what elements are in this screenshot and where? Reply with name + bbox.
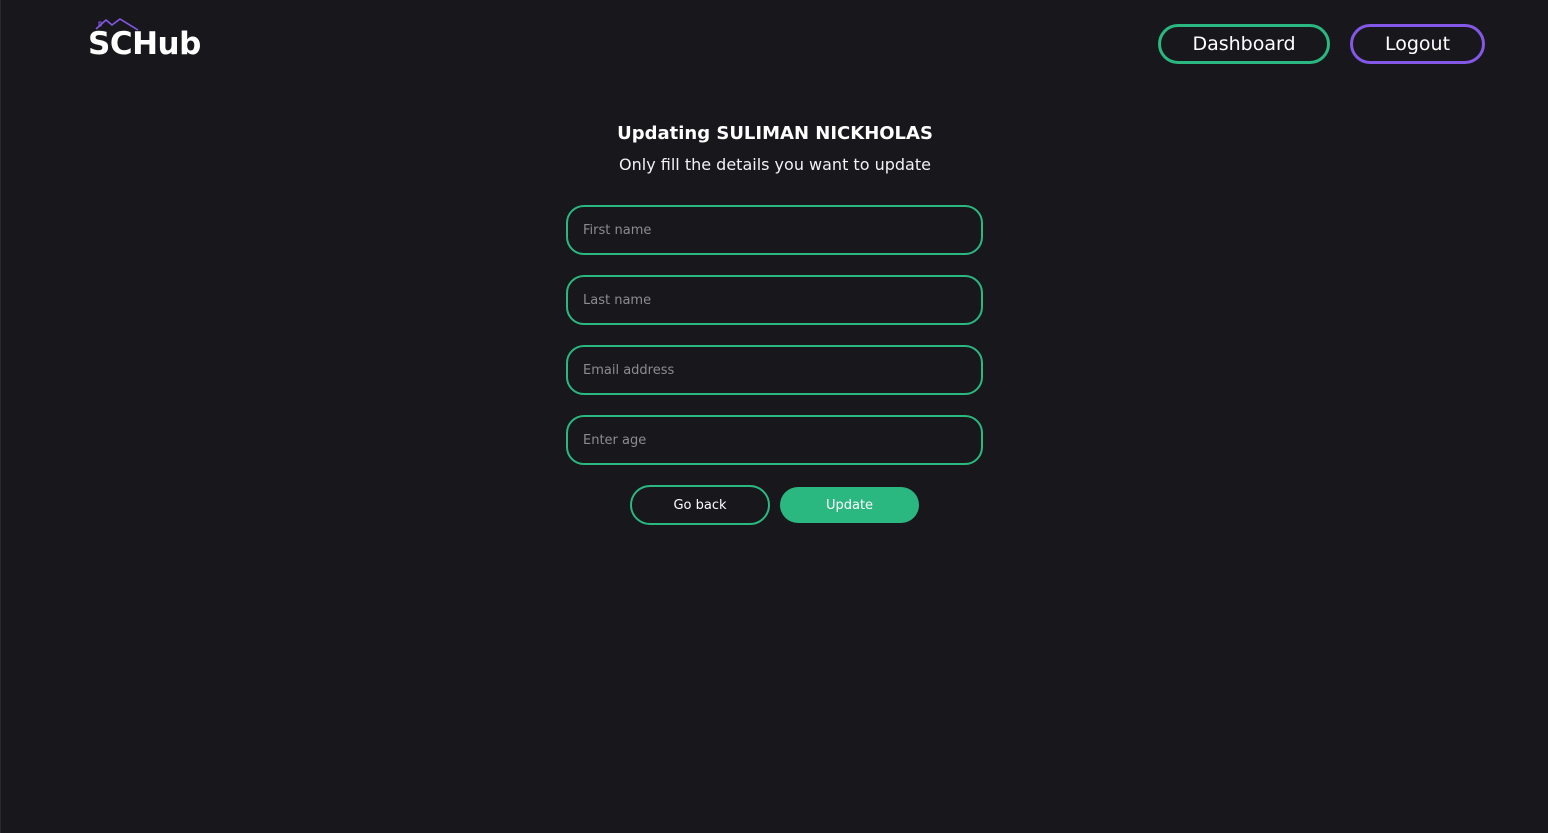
logo[interactable]: SCHub	[88, 17, 218, 65]
email-input[interactable]	[566, 345, 983, 395]
page-subtitle: Only fill the details you want to update	[619, 155, 931, 174]
update-button[interactable]: Update	[780, 487, 919, 523]
age-input[interactable]	[566, 415, 983, 465]
last-name-input[interactable]	[566, 275, 983, 325]
first-name-input[interactable]	[566, 205, 983, 255]
logout-button[interactable]: Logout	[1350, 24, 1485, 64]
page: SCHub Dashboard Logout Updating SULIMAN …	[0, 0, 1548, 833]
go-back-button[interactable]: Go back	[630, 485, 770, 525]
page-title: Updating SULIMAN NICKHOLAS	[617, 123, 933, 144]
dashboard-button[interactable]: Dashboard	[1158, 24, 1330, 64]
logo-text: SCHub	[88, 26, 201, 62]
